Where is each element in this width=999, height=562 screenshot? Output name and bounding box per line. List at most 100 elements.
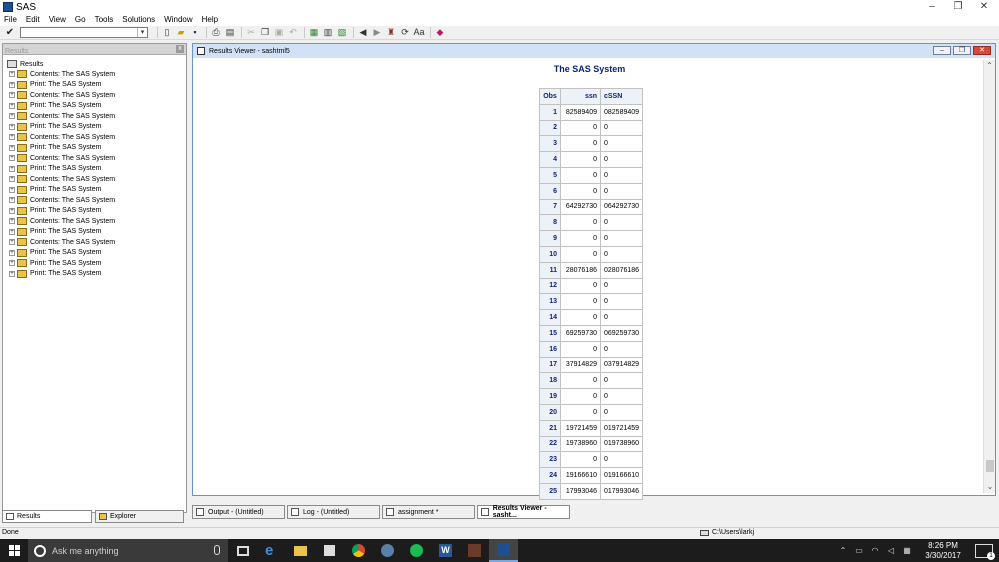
menu-item-go[interactable]: Go bbox=[75, 14, 86, 26]
command-box[interactable]: ▾ bbox=[20, 27, 148, 38]
start-button[interactable] bbox=[0, 539, 28, 562]
menu-item-tools[interactable]: Tools bbox=[95, 14, 114, 26]
microphone-icon[interactable] bbox=[214, 545, 220, 555]
tree-item[interactable]: + Print: The SAS System bbox=[3, 227, 186, 238]
expand-icon[interactable]: + bbox=[9, 144, 15, 151]
tree-item[interactable]: + Contents: The SAS System bbox=[3, 195, 186, 206]
expand-icon[interactable]: + bbox=[9, 249, 15, 256]
taskbar-search-box[interactable]: Ask me anything bbox=[28, 539, 228, 562]
menu-item-window[interactable]: Window bbox=[164, 14, 192, 26]
expand-icon[interactable]: + bbox=[9, 260, 15, 267]
word-icon[interactable]: W bbox=[431, 539, 460, 562]
tab-output[interactable]: Output - (Untitled) bbox=[192, 505, 285, 519]
tree-item[interactable]: + Contents: The SAS System bbox=[3, 153, 186, 164]
chevron-down-icon[interactable]: ▾ bbox=[137, 28, 147, 37]
refresh-icon[interactable]: ⟳ bbox=[399, 27, 411, 38]
viewer-restore-button[interactable]: ❐ bbox=[953, 46, 971, 55]
explorer-icon[interactable]: ▥ bbox=[322, 27, 334, 38]
chrome-icon[interactable] bbox=[344, 539, 373, 562]
spotify-icon[interactable] bbox=[402, 539, 431, 562]
edge-browser-icon[interactable]: e bbox=[257, 539, 286, 562]
store-icon[interactable] bbox=[315, 539, 344, 562]
show-hidden-icons-icon[interactable]: ⌃ bbox=[835, 539, 851, 562]
expand-icon[interactable]: + bbox=[9, 197, 15, 204]
tree-root[interactable]: Results bbox=[3, 59, 186, 69]
volume-icon[interactable]: ◁ bbox=[883, 539, 899, 562]
expand-icon[interactable]: + bbox=[9, 186, 15, 193]
tree-item[interactable]: + Print: The SAS System bbox=[3, 258, 186, 269]
current-folder[interactable]: C:\Users\larkj bbox=[700, 529, 754, 536]
open-icon[interactable]: ▰ bbox=[175, 27, 187, 38]
submit-icon[interactable]: ♜ bbox=[385, 27, 397, 38]
tree-item[interactable]: + Contents: The SAS System bbox=[3, 111, 186, 122]
expand-icon[interactable]: + bbox=[9, 134, 15, 141]
vertical-scrollbar[interactable]: ⌃ ⌄ bbox=[983, 60, 995, 493]
tree-item[interactable]: + Contents: The SAS System bbox=[3, 216, 186, 227]
expand-icon[interactable]: + bbox=[9, 123, 15, 130]
tree-item[interactable]: + Print: The SAS System bbox=[3, 101, 186, 112]
sas-studio-icon[interactable] bbox=[460, 539, 489, 562]
expand-icon[interactable]: + bbox=[9, 113, 15, 120]
menu-item-help[interactable]: Help bbox=[202, 14, 218, 26]
back-icon[interactable]: ◀ bbox=[357, 27, 369, 38]
expand-icon[interactable]: + bbox=[9, 270, 15, 277]
undo-icon[interactable]: ↶ bbox=[287, 27, 299, 38]
taskbar-clock[interactable]: 8:26 PM 3/30/2017 bbox=[915, 541, 971, 561]
tab-results[interactable]: Results bbox=[2, 510, 92, 523]
expand-icon[interactable]: + bbox=[9, 92, 15, 99]
expand-icon[interactable]: + bbox=[9, 239, 15, 246]
close-icon[interactable]: x bbox=[176, 45, 184, 53]
file-explorer-icon[interactable] bbox=[286, 539, 315, 562]
expand-icon[interactable]: + bbox=[9, 218, 15, 225]
tree-item[interactable]: + Print: The SAS System bbox=[3, 80, 186, 91]
expand-icon[interactable]: + bbox=[9, 176, 15, 183]
menu-item-edit[interactable]: Edit bbox=[26, 14, 40, 26]
paste-icon[interactable]: ▣ bbox=[273, 27, 285, 38]
font-icon[interactable]: Aa bbox=[413, 27, 425, 38]
expand-icon[interactable]: + bbox=[9, 165, 15, 172]
expand-icon[interactable]: + bbox=[9, 228, 15, 235]
menu-item-solutions[interactable]: Solutions bbox=[122, 14, 155, 26]
tree-item[interactable]: + Print: The SAS System bbox=[3, 269, 186, 280]
tree-item[interactable]: + Contents: The SAS System bbox=[3, 237, 186, 248]
keyboard-icon[interactable]: ▦ bbox=[899, 539, 915, 562]
tree-item[interactable]: + Print: The SAS System bbox=[3, 248, 186, 259]
scrollbar-thumb[interactable] bbox=[986, 460, 994, 472]
print-preview-icon[interactable]: ▤ bbox=[224, 27, 236, 38]
tree-item[interactable]: + Contents: The SAS System bbox=[3, 174, 186, 185]
copy-icon[interactable]: ❐ bbox=[259, 27, 271, 38]
battery-icon[interactable]: ▭ bbox=[851, 539, 867, 562]
expand-icon[interactable]: + bbox=[9, 102, 15, 109]
tab-assignment[interactable]: assignment * bbox=[382, 505, 475, 519]
expand-icon[interactable]: + bbox=[9, 207, 15, 214]
tab-results-viewer[interactable]: Results Viewer - sasht... bbox=[477, 505, 570, 519]
sas-taskbar-icon[interactable] bbox=[489, 539, 518, 562]
check-icon[interactable]: ✔ bbox=[4, 27, 16, 39]
menu-item-file[interactable]: File bbox=[4, 14, 17, 26]
close-button[interactable]: ✕ bbox=[969, 0, 999, 14]
tree-item[interactable]: + Contents: The SAS System bbox=[3, 69, 186, 80]
print-icon[interactable]: ⎙ bbox=[210, 27, 222, 38]
new-icon[interactable]: ▯ bbox=[161, 27, 173, 38]
expand-icon[interactable]: + bbox=[9, 81, 15, 88]
viewer-close-button[interactable]: ✕ bbox=[973, 46, 991, 55]
menu-item-view[interactable]: View bbox=[49, 14, 66, 26]
scroll-down-arrow-icon[interactable]: ⌄ bbox=[984, 481, 996, 493]
tab-explorer[interactable]: Explorer bbox=[95, 510, 184, 523]
tree-item[interactable]: + Print: The SAS System bbox=[3, 206, 186, 217]
wifi-icon[interactable]: ◠ bbox=[867, 539, 883, 562]
viewer-minimize-button[interactable]: – bbox=[933, 46, 951, 55]
expand-icon[interactable]: + bbox=[9, 71, 15, 78]
tab-log[interactable]: Log - (Untitled) bbox=[287, 505, 380, 519]
tree-item[interactable]: + Contents: The SAS System bbox=[3, 90, 186, 101]
tree-item[interactable]: + Print: The SAS System bbox=[3, 185, 186, 196]
scroll-up-arrow-icon[interactable]: ⌃ bbox=[984, 60, 995, 72]
task-view-icon[interactable] bbox=[228, 539, 257, 562]
save-icon[interactable]: ▪ bbox=[189, 27, 201, 38]
new-library-icon[interactable]: ▦ bbox=[308, 27, 320, 38]
tree-item[interactable]: + Print: The SAS System bbox=[3, 122, 186, 133]
find-icon[interactable]: ▧ bbox=[336, 27, 348, 38]
steam-icon[interactable] bbox=[373, 539, 402, 562]
help-book-icon[interactable]: ◆ bbox=[434, 27, 446, 38]
tree-item[interactable]: + Contents: The SAS System bbox=[3, 132, 186, 143]
